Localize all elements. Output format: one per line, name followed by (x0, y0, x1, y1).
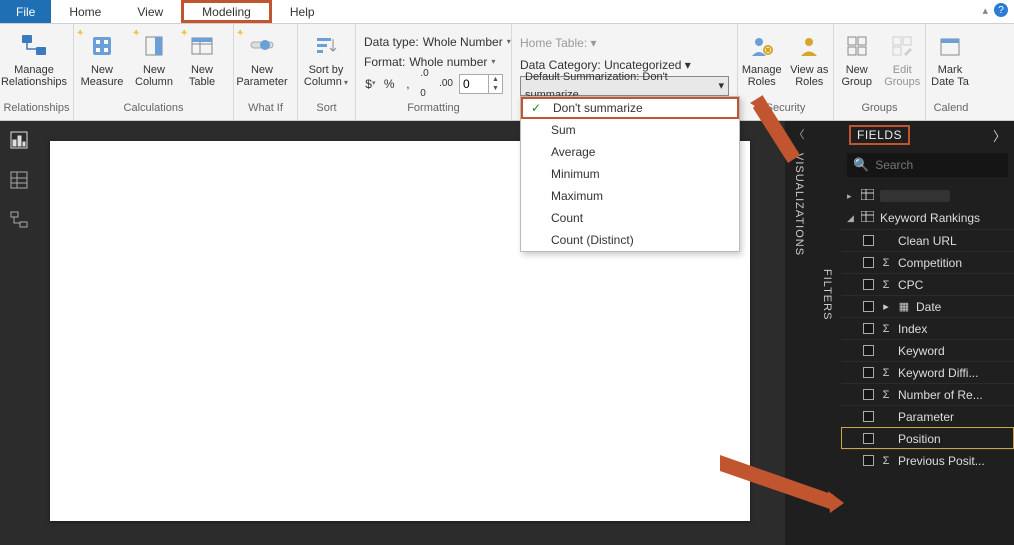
summarization-option[interactable]: Count (Distinct) (521, 229, 739, 251)
new-column-button[interactable]: ✦ New Column (130, 28, 178, 88)
chevron-left-icon[interactable]: 〈 (785, 121, 813, 147)
file-menu[interactable]: File (0, 0, 51, 23)
field-checkbox[interactable] (863, 389, 874, 400)
field-checkbox[interactable] (863, 235, 874, 246)
data-view-icon[interactable] (10, 171, 28, 189)
percent-format-button[interactable]: % (383, 75, 396, 93)
decimals-up[interactable]: ▲ (489, 75, 502, 84)
view-as-roles-button[interactable]: View as Roles (786, 28, 834, 88)
report-view-icon[interactable] (10, 131, 28, 149)
comma-format-button[interactable]: , (402, 75, 415, 93)
tab-modeling[interactable]: Modeling (181, 0, 272, 23)
manage-roles-button[interactable]: Manage Roles (738, 28, 786, 88)
field-item[interactable]: ▸▦Date (841, 295, 1014, 317)
field-checkbox[interactable] (863, 279, 874, 290)
group-groups-label: Groups (834, 102, 925, 120)
field-item[interactable]: Position (841, 427, 1014, 449)
search-icon: 🔍 (853, 157, 869, 173)
group-relationships-label: Relationships (0, 102, 73, 120)
fields-search-input[interactable] (875, 158, 1014, 172)
field-checkbox[interactable] (863, 411, 874, 422)
field-item[interactable]: ΣCompetition (841, 251, 1014, 273)
field-item[interactable]: ΣNumber of Re... (841, 383, 1014, 405)
field-item[interactable]: Keyword (841, 339, 1014, 361)
edit-groups-button[interactable]: Edit Groups (880, 28, 926, 88)
summarization-option[interactable]: Average (521, 141, 739, 163)
new-measure-button[interactable]: ✦ New Measure (74, 28, 130, 88)
manage-relationships-button[interactable]: Manage Relationships (0, 28, 68, 88)
field-item[interactable]: ΣPrevious Posit... (841, 449, 1014, 471)
decimals-down[interactable]: ▼ (489, 84, 502, 93)
summarization-option[interactable]: ✓Don't summarize (521, 97, 739, 119)
tab-home[interactable]: Home (51, 0, 119, 23)
fields-panel-title: FIELDS (849, 125, 910, 145)
new-parameter-button[interactable]: ✦ New Parameter (234, 28, 290, 88)
sort-by-column-button[interactable]: Sort by Column ▾ (298, 28, 354, 89)
format-dropdown[interactable]: Format: Whole number ▾ (364, 52, 503, 72)
tab-help[interactable]: Help (272, 0, 333, 23)
menu-bar: File Home View Modeling Help ▴ ? (0, 0, 1014, 24)
field-checkbox[interactable] (863, 323, 874, 334)
field-checkbox[interactable] (863, 367, 874, 378)
model-view-icon[interactable] (10, 211, 28, 229)
field-item[interactable]: ΣCPC (841, 273, 1014, 295)
tab-view[interactable]: View (119, 0, 181, 23)
visualizations-panel-collapsed[interactable]: 〈 VISUALIZATIONS (785, 121, 813, 545)
field-item[interactable]: ΣKeyword Diffi... (841, 361, 1014, 383)
summarization-option[interactable]: Count (521, 207, 739, 229)
field-checkbox[interactable] (863, 301, 874, 312)
group-whatif-label: What If (234, 102, 297, 120)
field-checkbox[interactable] (863, 257, 874, 268)
group-calculations-label: Calculations (74, 102, 233, 120)
group-sort-label: Sort (298, 102, 355, 120)
collapse-ribbon-icon[interactable]: ▴ (982, 4, 988, 17)
summarization-menu: ✓Don't summarizeSumAverageMinimumMaximum… (520, 96, 740, 252)
field-item[interactable]: Clean URL (841, 229, 1014, 251)
help-icon[interactable]: ? (994, 3, 1008, 17)
table-node[interactable]: ◢Keyword Rankings (841, 207, 1014, 229)
currency-format-button[interactable]: $▾ (364, 75, 377, 93)
datatype-dropdown[interactable]: Data type: Whole Number ▾ (364, 32, 503, 52)
decrease-decimals-button[interactable]: .0 0 (420, 75, 433, 93)
summarization-option[interactable]: Maximum (521, 185, 739, 207)
new-group-button[interactable]: New Group (834, 28, 880, 88)
decimals-stepper[interactable]: ▲▼ (459, 74, 503, 94)
filters-panel-collapsed[interactable]: FILTERS (813, 263, 841, 320)
group-formatting-label: Formatting (356, 102, 511, 120)
summarization-option[interactable]: Minimum (521, 163, 739, 185)
field-item[interactable]: Parameter (841, 405, 1014, 427)
table-node[interactable]: ▸ (841, 185, 1014, 207)
field-checkbox[interactable] (863, 455, 874, 466)
home-table-dropdown[interactable]: Home Table: ▾ (520, 32, 729, 54)
new-table-button[interactable]: ✦ New Table (178, 28, 226, 88)
summarization-option[interactable]: Sum (521, 119, 739, 141)
group-calendars-label: Calend (926, 102, 976, 120)
field-checkbox[interactable] (863, 433, 874, 444)
decimals-input[interactable] (460, 77, 488, 91)
field-checkbox[interactable] (863, 345, 874, 356)
fields-panel: FIELDS 〉 🔍 ▸◢Keyword RankingsClean URLΣC… (841, 121, 1014, 545)
ribbon: Manage Relationships Relationships ✦ New… (0, 24, 1014, 121)
increase-decimals-button[interactable]: .00 (439, 75, 453, 93)
group-security-label: Security (738, 102, 833, 120)
default-summarization-dropdown[interactable]: Default Summarization: Don't summarize ▾ (520, 76, 729, 96)
field-item[interactable]: ΣIndex (841, 317, 1014, 339)
view-switcher (0, 121, 38, 545)
chevron-right-icon[interactable]: 〉 (993, 126, 1006, 145)
fields-search[interactable]: 🔍 (847, 153, 1008, 177)
mark-date-table-button[interactable]: Mark Date Ta (926, 28, 974, 88)
